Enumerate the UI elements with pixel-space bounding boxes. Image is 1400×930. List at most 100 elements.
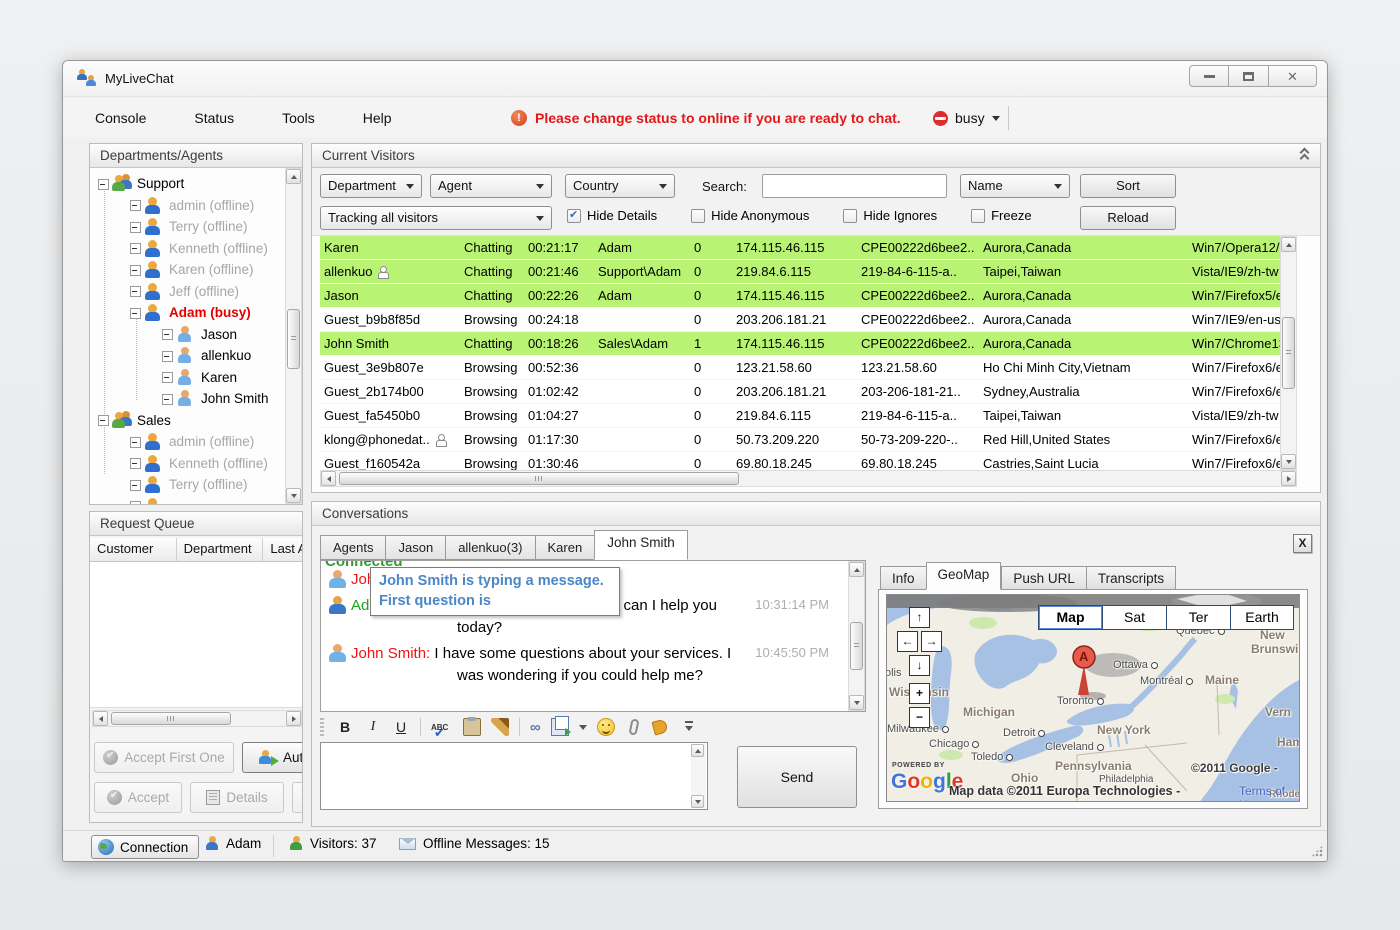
details-button[interactable]: Details <box>190 782 284 813</box>
map-type-button[interactable]: Map <box>1038 605 1102 630</box>
maximize-button[interactable] <box>1229 65 1269 87</box>
tree-expander[interactable] <box>160 369 176 385</box>
tree-item[interactable]: Karen (offline) <box>90 259 285 281</box>
visitors-hscrollbar[interactable] <box>320 470 1297 487</box>
pan-left-button[interactable]: ← <box>897 631 918 652</box>
tree-item[interactable]: allenkuo <box>90 345 285 367</box>
visitor-row[interactable]: allenkuo Chatting 00:21:46 Support\Adam … <box>320 260 1280 284</box>
visitor-row[interactable]: Guest_2b174b00 Browsing 01:02:42 0 203.2… <box>320 380 1280 404</box>
bold-button[interactable]: B <box>336 719 354 735</box>
toolbar-overflow-icon[interactable] <box>683 718 697 736</box>
map-type-button[interactable]: Ter <box>1166 605 1230 630</box>
extra-button[interactable] <box>292 782 303 813</box>
pan-up-button[interactable]: ↑ <box>909 607 930 628</box>
visitor-row[interactable]: Guest_f160542a Browsing 01:30:46 0 69.80… <box>320 452 1280 470</box>
tree-expander[interactable] <box>128 262 144 278</box>
zoom-out-button[interactable]: − <box>909 707 930 728</box>
agent-status-dropdown[interactable]: busy <box>925 105 1008 131</box>
queue-hscrollbar[interactable] <box>92 710 302 727</box>
title-bar[interactable]: MyLiveChat ✕ <box>63 61 1327 97</box>
detail-tab[interactable]: Transcripts <box>1086 566 1176 590</box>
tree-expander[interactable] <box>160 326 176 342</box>
filter-checkbox[interactable]: Hide Anonymous <box>691 208 809 223</box>
filter-checkbox[interactable]: Hide Ignores <box>843 208 937 223</box>
tree-item[interactable]: Terry (offline) <box>90 474 285 496</box>
visitor-row[interactable]: Guest_fa5450b0 Browsing 01:04:27 0 219.8… <box>320 404 1280 428</box>
conversation-tab[interactable]: allenkuo(3) <box>445 535 534 560</box>
tree-expander[interactable] <box>96 412 112 428</box>
spellcheck-button[interactable]: ABC <box>431 723 453 732</box>
message-input[interactable] <box>320 742 708 810</box>
agent-filter[interactable]: Agent <box>430 174 552 198</box>
queue-column-header[interactable]: Department <box>177 538 264 562</box>
tree-item[interactable]: Jason <box>90 324 285 346</box>
input-scrollbar[interactable] <box>691 744 706 808</box>
tree-expander[interactable] <box>96 176 112 192</box>
send-button[interactable]: Send <box>737 746 857 808</box>
google-map[interactable]: A QuébecNewBrunswiOttawaMontréalMaineoli… <box>886 594 1300 802</box>
tree-expander[interactable] <box>128 219 144 235</box>
menu-item[interactable]: Console <box>89 106 152 130</box>
underline-button[interactable]: U <box>392 719 410 735</box>
format-brush-icon[interactable] <box>491 718 509 736</box>
emoticon-icon[interactable] <box>597 718 615 736</box>
filter-checkbox[interactable]: Freeze <box>971 208 1031 223</box>
sort-button[interactable]: Sort <box>1080 174 1176 198</box>
detail-tab[interactable]: GeoMap <box>926 562 1002 590</box>
connection-button[interactable]: Connection <box>91 835 199 859</box>
tree-expander[interactable] <box>160 348 176 364</box>
tree-item[interactable]: Sales <box>90 410 285 432</box>
attachment-icon[interactable] <box>628 718 639 735</box>
italic-button[interactable]: I <box>364 719 382 735</box>
pan-right-button[interactable]: → <box>921 631 942 652</box>
visitor-row[interactable]: Jason Chatting 00:22:26 Adam 0 174.115.4… <box>320 284 1280 308</box>
resize-grip[interactable] <box>1311 845 1323 857</box>
tree-item[interactable]: Kenneth (offline) <box>90 238 285 260</box>
tree-item[interactable]: admin (offline) <box>90 195 285 217</box>
tree-expander[interactable] <box>160 391 176 407</box>
tree-item[interactable]: Kenneth (offline) <box>90 453 285 475</box>
conversation-tab[interactable]: Karen <box>535 535 595 560</box>
country-filter[interactable]: Country <box>565 174 675 198</box>
tree-expander[interactable] <box>128 305 144 321</box>
tree-item[interactable]: Karen <box>90 367 285 389</box>
visitor-row[interactable]: Karen Chatting 00:21:17 Adam 0 174.115.4… <box>320 236 1280 260</box>
queue-list[interactable] <box>90 562 302 708</box>
visitors-vscrollbar[interactable] <box>1280 236 1297 470</box>
collapse-icon[interactable] <box>1298 147 1312 163</box>
tracking-dropdown[interactable]: Tracking all visitors <box>320 206 552 230</box>
tree-expander[interactable] <box>128 240 144 256</box>
queue-column-header[interactable]: Customer <box>90 538 177 562</box>
sort-field-dropdown[interactable]: Name <box>960 174 1070 198</box>
tree-expander[interactable] <box>128 498 144 504</box>
tree-expander[interactable] <box>128 197 144 213</box>
visitor-row[interactable]: John Smith Chatting 00:18:26 Sales\Adam … <box>320 332 1280 356</box>
menu-item[interactable]: Help <box>357 106 398 130</box>
paste-icon[interactable] <box>463 718 481 736</box>
toolbar-drag-handle[interactable] <box>320 718 324 736</box>
zoom-in-button[interactable]: + <box>909 683 930 704</box>
chat-scrollbar[interactable] <box>848 561 865 711</box>
buzz-icon[interactable] <box>651 718 668 735</box>
tree-item[interactable] <box>90 496 285 505</box>
tree-item[interactable]: Jeff (offline) <box>90 281 285 303</box>
tree-expander[interactable] <box>128 477 144 493</box>
push-page-icon[interactable] <box>551 718 569 736</box>
reload-button[interactable]: Reload <box>1080 206 1176 230</box>
accept-button[interactable]: Accept <box>94 782 182 813</box>
conversation-tab[interactable]: John Smith <box>594 530 688 560</box>
tree-item[interactable]: admin (offline) <box>90 431 285 453</box>
tree-expander[interactable] <box>128 434 144 450</box>
department-filter[interactable]: Department <box>320 174 422 198</box>
filter-checkbox[interactable]: Hide Details <box>567 208 657 223</box>
insert-link-icon[interactable]: ∞ <box>530 719 541 736</box>
accept-first-one-button[interactable]: Accept First One <box>94 742 234 773</box>
map-type-button[interactable]: Earth <box>1230 605 1294 630</box>
tree-expander[interactable] <box>128 455 144 471</box>
menu-item[interactable]: Tools <box>276 106 321 130</box>
tree-item[interactable]: John Smith <box>90 388 285 410</box>
close-conversation-button[interactable]: X <box>1293 534 1312 553</box>
visitor-row[interactable]: Guest_3e9b807e Browsing 00:52:36 0 123.2… <box>320 356 1280 380</box>
auto-accept-button[interactable]: Auto Accept <box>242 742 303 773</box>
conversation-tab[interactable]: Agents <box>320 535 385 560</box>
